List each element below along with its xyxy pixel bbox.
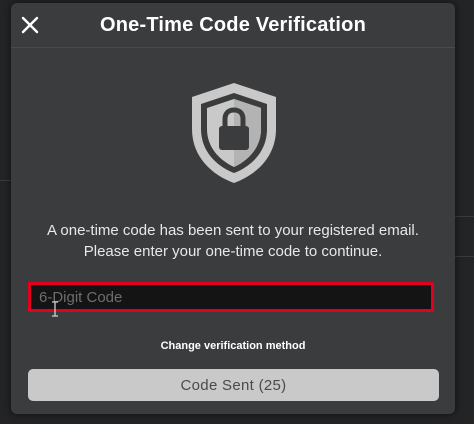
message-line: Please enter your one-time code to conti… (83, 243, 383, 260)
background-divider (455, 216, 474, 217)
background-divider (0, 180, 11, 181)
shield-lock-icon (192, 83, 276, 183)
modal-title: One-Time Code Verification (99, 14, 366, 36)
background-divider (455, 256, 474, 257)
modal-header: One-Time Code Verification (11, 3, 455, 48)
verification-modal: One-Time Code Verification A one-time co… (11, 3, 455, 414)
verification-message: A one-time code has been sent to your re… (11, 220, 455, 262)
text-cursor-icon (52, 301, 58, 317)
change-verification-method-link[interactable]: Change verification method (11, 340, 455, 352)
message-line: A one-time code has been sent to your re… (47, 222, 419, 239)
code-input[interactable] (28, 282, 434, 312)
code-sent-button[interactable]: Code Sent (25) (28, 369, 439, 401)
